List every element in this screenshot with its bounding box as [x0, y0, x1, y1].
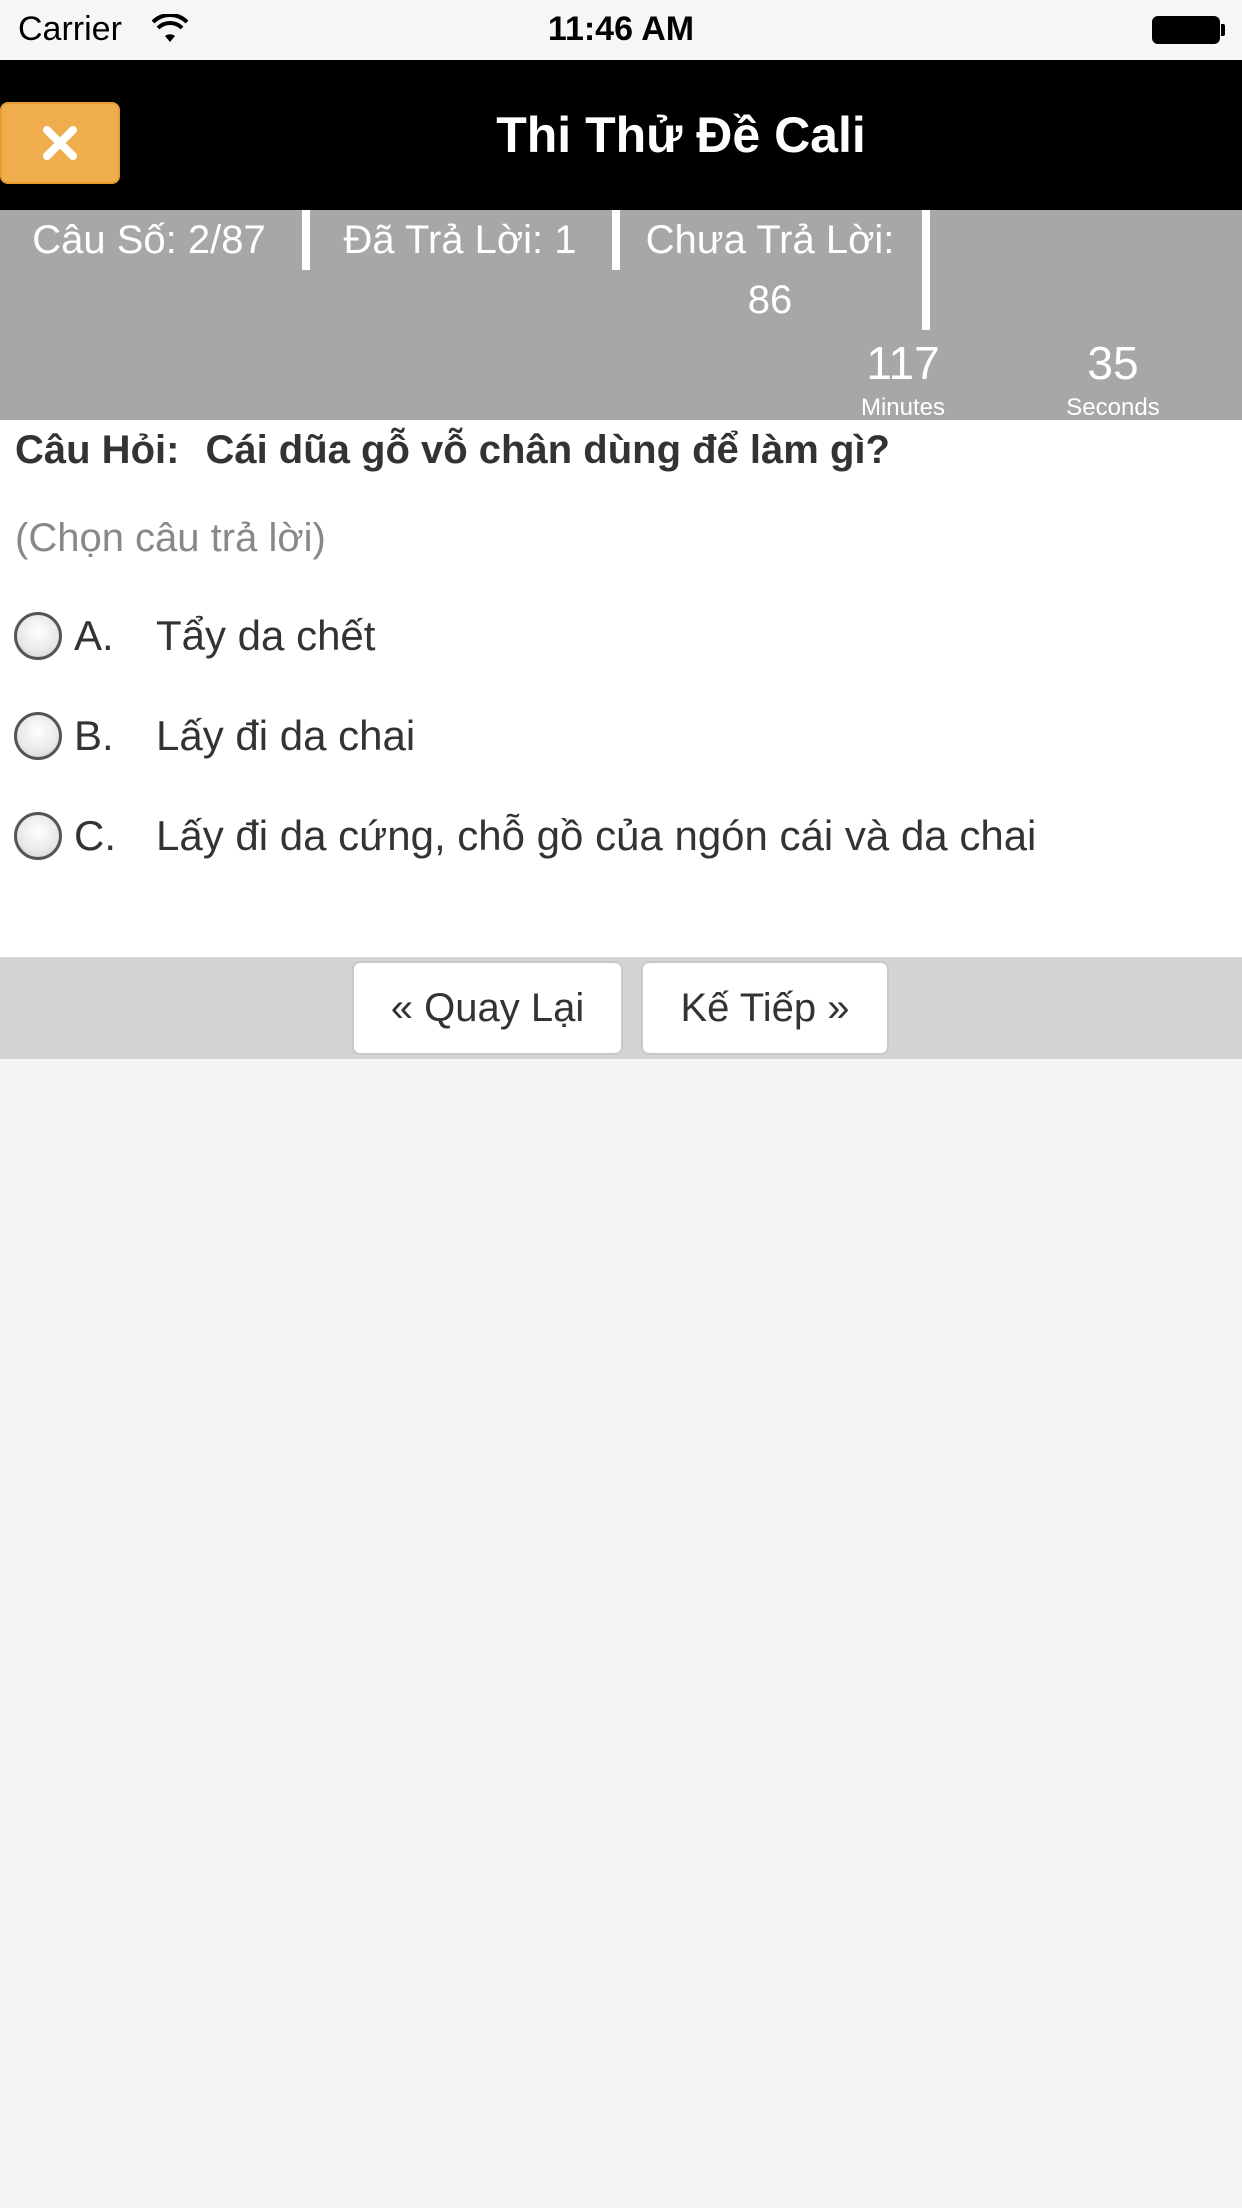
- option-b[interactable]: B. Lấy đi da chai: [14, 706, 415, 766]
- timer-minutes-label: Minutes: [860, 394, 946, 421]
- option-letter: A.: [74, 612, 114, 659]
- question-card: Câu Hỏi: Cái dũa gỗ vỗ chân dùng để làm g…: [0, 420, 1242, 957]
- timer-seconds-label: Seconds: [1066, 394, 1160, 421]
- option-letter: C.: [74, 812, 116, 859]
- unanswered-stat: Chưa Trả Lời: 86: [630, 210, 910, 330]
- close-icon: [43, 126, 77, 160]
- unanswered-value: 86: [747, 278, 793, 322]
- divider: [922, 210, 930, 330]
- next-button[interactable]: Kế Tiếp »: [641, 961, 889, 1055]
- status-bar: Carrier 11:46 AM: [0, 0, 1242, 60]
- radio-button[interactable]: [14, 612, 62, 660]
- divider: [612, 210, 620, 270]
- option-text: Lấy đi da chai: [156, 712, 416, 759]
- previous-button[interactable]: « Quay Lại: [352, 961, 623, 1055]
- answered-stat: Đã Trả Lời: 1: [343, 218, 577, 262]
- status-time: 11:46 AM: [547, 10, 695, 48]
- page-title: Thi Thử Đề Cali: [496, 107, 866, 163]
- radio-button[interactable]: [14, 712, 62, 760]
- timer-seconds: 35: [1087, 337, 1139, 389]
- unanswered-label: Chưa Trả Lời:: [645, 218, 895, 262]
- nav-bar: Thi Thử Đề Cali: [0, 60, 1242, 210]
- close-button[interactable]: [0, 102, 120, 184]
- timer-minutes: 117: [866, 337, 940, 389]
- question-label: Câu Hỏi:: [15, 428, 180, 472]
- question-text: Cái dũa gỗ vỗ chân dùng để làm gì?: [205, 428, 890, 472]
- radio-button[interactable]: [14, 812, 62, 860]
- option-a[interactable]: A. Tẩy da chết: [14, 606, 375, 666]
- question-heading: Câu Hỏi: Cái dũa gỗ vỗ chân dùng để làm g…: [15, 428, 890, 473]
- option-text: Lấy đi da cứng, chỗ gồ của ngón cái và d…: [156, 812, 1037, 859]
- question-number-stat: Câu Số: 2/87: [32, 218, 266, 262]
- divider: [302, 210, 310, 270]
- option-letter: B.: [74, 712, 114, 759]
- stats-panel: Câu Số: 2/87 Đã Trả Lời: 1 Chưa Trả Lời:…: [0, 210, 1242, 421]
- pagination-bar: « Quay Lại Kế Tiếp »: [0, 957, 1242, 1059]
- option-c[interactable]: C. Lấy đi da cứng, chỗ gồ của ngón cái v…: [14, 806, 1036, 866]
- battery-icon: [1152, 16, 1220, 44]
- answer-hint: (Chọn câu trả lời): [15, 516, 326, 560]
- battery-tip: [1221, 24, 1225, 36]
- option-text: Tẩy da chết: [156, 612, 376, 659]
